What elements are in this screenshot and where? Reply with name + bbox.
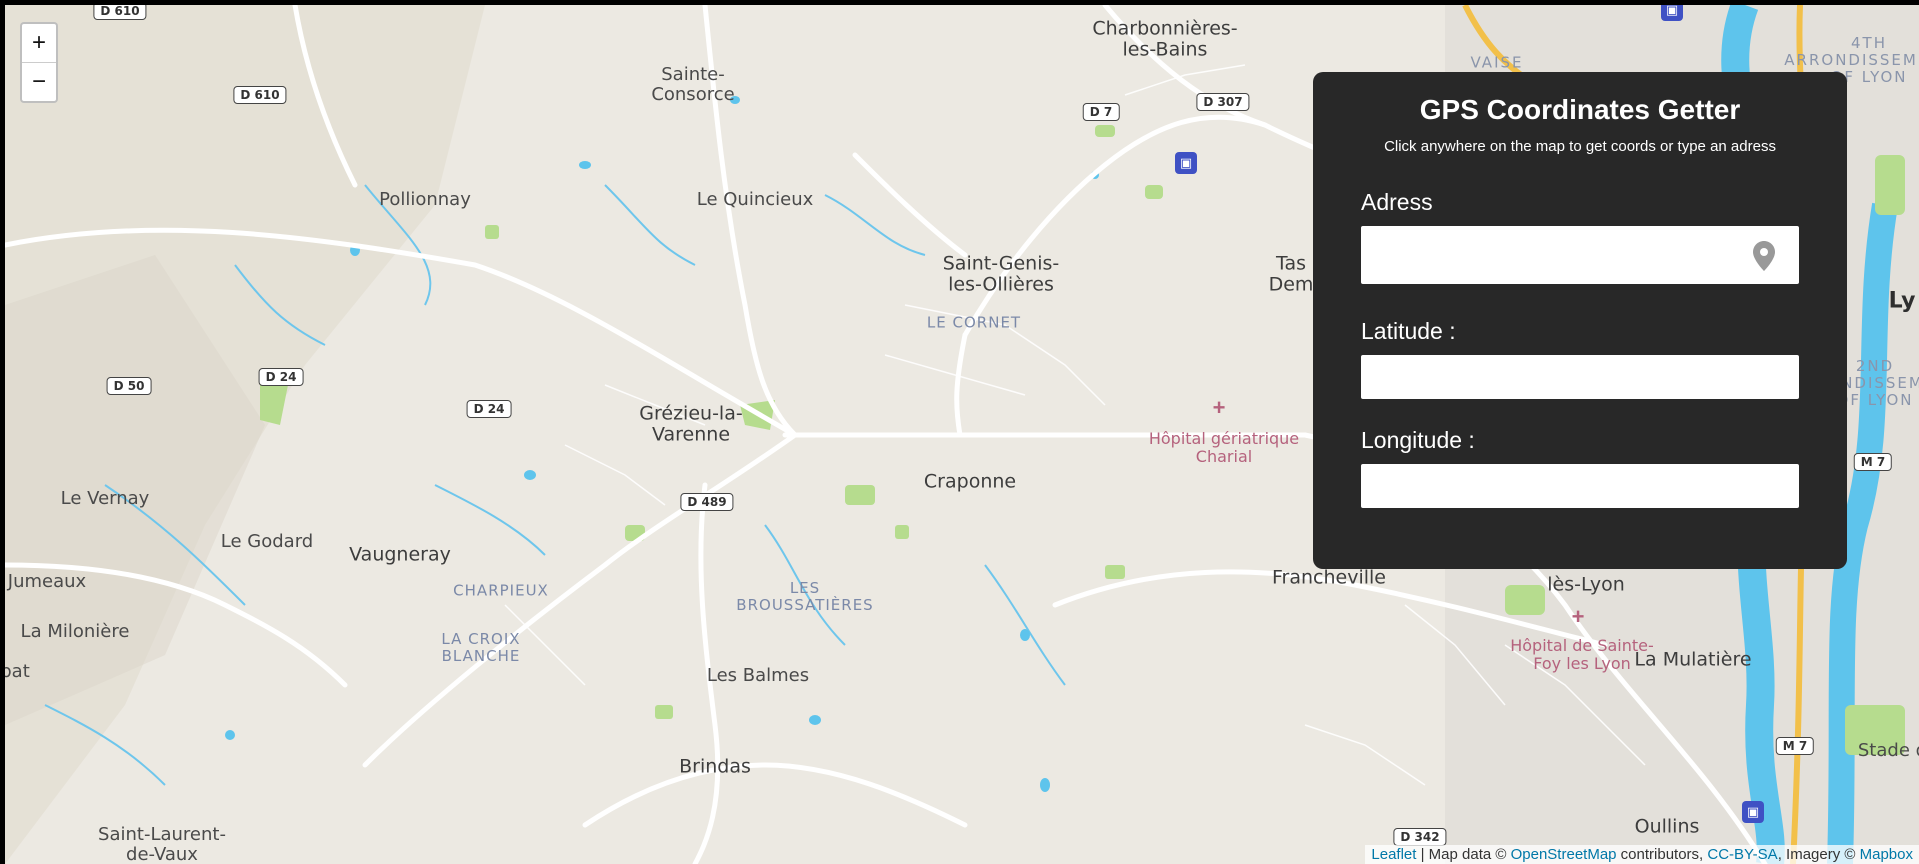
place-label: Tas Dem	[1268, 252, 1314, 296]
place-label: Ly	[1888, 288, 1916, 314]
place-label: Hôpital de Sainte- Foy les Lyon	[1510, 636, 1654, 673]
place-label: Pollionnay	[379, 188, 471, 210]
mapbox-link[interactable]: Mapbox	[1860, 846, 1913, 863]
place-label: Les Balmes	[706, 664, 810, 686]
place-label: Jumeaux	[7, 570, 87, 592]
road-shield: D 610	[93, 5, 147, 20]
place-label: Hôpital gériatrique Charial	[1148, 429, 1300, 466]
place-label: Le Godard	[220, 530, 314, 552]
place-label: lès-Lyon	[1547, 573, 1625, 596]
place-label: Saint-Laurent-de-Vaux	[98, 823, 226, 864]
hospital-icon: +	[1571, 604, 1585, 629]
zoom-out-button[interactable]: −	[22, 62, 56, 101]
hospital-icon: +	[1212, 395, 1226, 420]
map-attribution: Leaflet | Map data © OpenStreetMap contr…	[1365, 845, 1919, 864]
place-label: LA CROIX BLANCHE	[441, 630, 521, 665]
road-shield: D 342	[1393, 828, 1447, 846]
zoom-in-button[interactable]: +	[22, 24, 56, 62]
panel-subtitle: Click anywhere on the map to get coords …	[1384, 138, 1776, 155]
place-label: Francheville	[1272, 566, 1386, 589]
road-shield: M 7	[1853, 453, 1893, 471]
train-station-icon: ▣	[1742, 801, 1764, 823]
location-pin-icon[interactable]	[1753, 241, 1775, 276]
road-shield: D 24	[258, 368, 304, 386]
attribution-text: | Map data ©	[1416, 846, 1511, 863]
place-label: Sainte- Consorce	[651, 63, 735, 105]
road-shield: D 489	[680, 493, 734, 511]
address-label: Adress	[1361, 189, 1433, 215]
place-label: Saint-Genis-les-Ollières	[942, 252, 1060, 296]
place-label: Oullins	[1634, 815, 1700, 838]
road-shield: D 24	[466, 400, 512, 418]
latitude-field	[1361, 355, 1799, 399]
attribution-imagery: , Imagery ©	[1777, 846, 1860, 863]
place-label: LE CORNET	[926, 313, 1022, 332]
place-label: Le Quincieux	[696, 188, 814, 210]
place-label: pat	[5, 660, 30, 682]
place-label: Charbonnières-les-Bains	[1092, 17, 1238, 61]
license-link[interactable]: CC-BY-SA	[1707, 846, 1777, 863]
place-label: CHARPIEUX	[453, 581, 549, 600]
openstreetmap-link[interactable]: OpenStreetMap	[1511, 846, 1617, 863]
latitude-input[interactable]	[1361, 355, 1799, 399]
longitude-label: Longitude :	[1361, 427, 1475, 453]
gps-panel: GPS Coordinates Getter Click anywhere on…	[1313, 72, 1847, 569]
address-input[interactable]	[1361, 226, 1799, 284]
latitude-label: Latitude :	[1361, 318, 1456, 344]
place-label: La Mulatière	[1634, 648, 1752, 671]
address-field	[1361, 226, 1799, 284]
place-label: La Milonière	[20, 620, 130, 642]
zoom-control: + −	[20, 22, 58, 103]
place-label: LES BROUSSATIÈRES	[736, 579, 874, 614]
attribution-contributors: contributors,	[1616, 846, 1708, 863]
leaflet-link[interactable]: Leaflet	[1371, 846, 1416, 863]
place-label: VAISE	[1470, 53, 1524, 72]
panel-title: GPS Coordinates Getter	[1419, 94, 1741, 125]
road-shield: D 307	[1196, 93, 1250, 111]
place-label: Brindas	[679, 755, 751, 778]
train-station-icon: ▣	[1661, 5, 1683, 21]
road-shield: M 7	[1775, 737, 1815, 755]
road-shield: D 7	[1082, 103, 1120, 121]
place-label: Grézieu-la- Varenne	[639, 402, 743, 446]
road-shield: D 50	[106, 377, 152, 395]
place-label: Vaugneray	[349, 543, 451, 566]
place-label: Craponne	[923, 470, 1017, 493]
place-label: Le Vernay	[60, 487, 150, 509]
longitude-field	[1361, 464, 1799, 508]
train-station-icon: ▣	[1175, 152, 1197, 174]
road-shield: D 610	[233, 86, 287, 104]
place-label: Stade de	[1857, 739, 1919, 761]
longitude-input[interactable]	[1361, 464, 1799, 508]
